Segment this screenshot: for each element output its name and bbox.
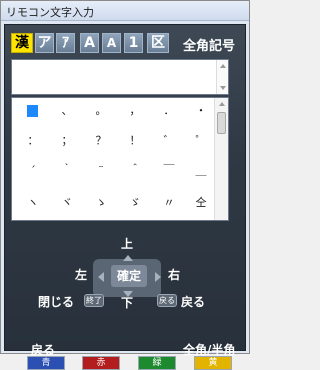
char-cell[interactable]: 、	[54, 100, 80, 122]
nav-up-label: 上	[121, 237, 134, 251]
input-scrollbar[interactable]	[216, 60, 228, 94]
char-cell[interactable]: ？	[88, 130, 114, 152]
char-cell[interactable]: ｀	[54, 160, 80, 182]
back-key-chip[interactable]: 戻る	[157, 294, 177, 307]
char-cell[interactable]: ￣	[156, 160, 182, 182]
mode-kanji-button[interactable]: 漢	[11, 33, 33, 53]
char-cell[interactable]: ゛	[156, 130, 182, 152]
char-cell[interactable]: 。	[88, 100, 114, 122]
char-cell[interactable]: ・	[188, 100, 214, 122]
blue-key-button[interactable]: 青	[27, 356, 65, 370]
end-key-chip[interactable]: 終了	[84, 294, 104, 307]
close-label: 閉じる	[38, 295, 75, 309]
grid-scroll-up-icon[interactable]	[219, 102, 225, 106]
char-cell[interactable]: ゞ	[122, 192, 148, 214]
char-cell[interactable]: ¨	[88, 160, 114, 182]
mode-number-button[interactable]: 1	[124, 33, 143, 53]
yellow-key-button[interactable]: 黄	[194, 356, 232, 370]
char-cell[interactable]: ．	[156, 100, 182, 122]
char-cell[interactable]: ；	[54, 130, 80, 152]
mode-hiragana-button[interactable]: ア	[35, 33, 54, 53]
scroll-down-icon[interactable]	[220, 86, 226, 90]
window: リモコン文字入力 漢 ア ｱ A A 1 区 全角記号 、 。 ， ． ・ ：	[0, 0, 250, 370]
current-mode-label: 全角記号	[183, 39, 236, 54]
nav-right-label: 右	[168, 268, 181, 282]
char-cell[interactable]: ：	[20, 130, 46, 152]
char-cell[interactable]: ´	[20, 160, 46, 182]
char-cell[interactable]: ＾	[122, 160, 148, 182]
grid-scrollbar[interactable]	[214, 98, 228, 220]
remote-input-panel: 漢 ア ｱ A A 1 区 全角記号 、 。 ， ． ・ ： ； ？ ！ ゛ ゜…	[4, 24, 246, 370]
char-cell[interactable]: ヾ	[54, 192, 80, 214]
window-title: リモコン文字入力	[6, 6, 94, 19]
mode-halfwidth-alpha-button[interactable]: A	[102, 33, 121, 53]
char-cell[interactable]: ヽ	[20, 192, 46, 214]
back-label: 戻る	[181, 295, 206, 309]
nav-down-label: 下	[121, 296, 134, 310]
char-cell[interactable]: ！	[122, 130, 148, 152]
grid-scroll-thumb[interactable]	[217, 112, 226, 134]
char-cell[interactable]: 仝	[188, 192, 214, 214]
char-cell[interactable]: ＿	[188, 160, 214, 182]
green-key-button[interactable]: 緑	[138, 356, 176, 370]
mode-katakana-button[interactable]: ｱ	[56, 33, 75, 53]
arrow-up-icon[interactable]	[123, 255, 133, 261]
arrow-left-icon[interactable]	[98, 272, 104, 282]
mode-fullwidth-alpha-button[interactable]: A	[80, 33, 99, 53]
confirm-button[interactable]: 確定	[111, 265, 147, 287]
text-input-field[interactable]	[11, 59, 229, 95]
char-cell[interactable]: 〃	[156, 192, 182, 214]
title-bar: リモコン文字入力	[1, 1, 249, 21]
char-cell[interactable]: ，	[122, 100, 148, 122]
scroll-up-icon[interactable]	[220, 64, 226, 68]
mode-ku-button[interactable]: 区	[147, 33, 169, 53]
char-cell[interactable]: ゜	[188, 130, 214, 152]
nav-left-label: 左	[75, 268, 88, 282]
character-grid: 、 。 ， ． ・ ： ； ？ ！ ゛ ゜ ´ ｀ ¨ ＾ ￣ ＿ ヽ ヾ ゝ …	[11, 97, 229, 221]
char-cell[interactable]: ゝ	[88, 192, 114, 214]
char-cell[interactable]	[20, 100, 46, 122]
arrow-right-icon[interactable]	[155, 272, 161, 282]
red-key-button[interactable]: 赤	[82, 356, 120, 370]
